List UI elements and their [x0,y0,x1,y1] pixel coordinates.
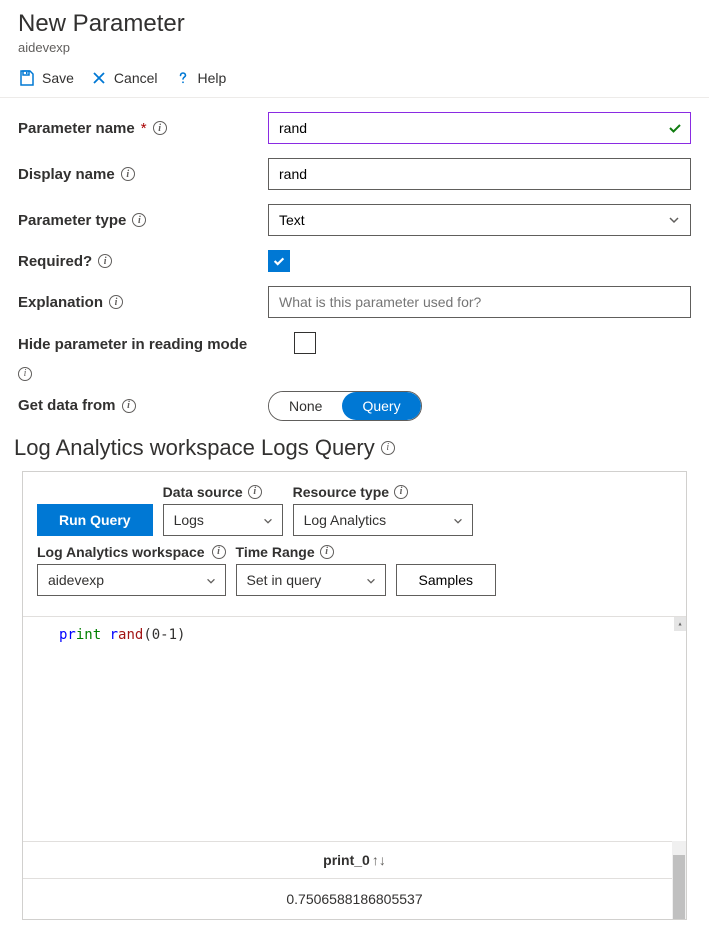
param-name-input[interactable] [268,112,691,144]
samples-button[interactable]: Samples [396,564,496,596]
run-query-button[interactable]: Run Query [37,504,153,536]
pill-query[interactable]: Query [342,392,420,420]
explanation-label: Explanation i [18,294,268,311]
chevron-down-icon [205,574,217,586]
parameter-form: Parameter name * i Display name i Parame… [0,98,709,421]
info-icon[interactable]: i [98,254,112,268]
hide-param-label: Hide parameter in reading mode [18,336,294,353]
help-icon [174,69,192,87]
info-icon[interactable]: i [381,441,395,455]
info-icon[interactable]: i [212,545,226,559]
display-name-input[interactable] [268,158,691,190]
cancel-label: Cancel [114,70,158,86]
resource-type-label: Resource typei [293,484,473,500]
workspace-label: Log Analytics workspacei [37,544,226,560]
pill-none[interactable]: None [269,392,342,420]
resource-type-select[interactable]: Log Analytics [293,504,473,536]
info-icon[interactable]: i [153,121,167,135]
param-type-select[interactable] [268,204,691,236]
info-icon[interactable]: i [121,167,135,181]
query-panel: Run Query Data sourcei Logs Resource typ… [22,471,687,920]
save-label: Save [42,70,74,86]
sort-arrows-icon: ↑↓ [372,852,386,868]
data-source-label: Data sourcei [163,484,283,500]
info-icon[interactable]: i [18,367,32,381]
scrollbar[interactable] [672,841,686,919]
param-name-label: Parameter name * i [18,120,268,137]
required-asterisk: * [141,120,147,137]
cancel-button[interactable]: Cancel [90,69,158,87]
data-source-select[interactable]: Logs [163,504,283,536]
data-source-toggle: None Query [268,391,422,421]
workspace-name: aidevexp [18,40,691,55]
chevron-down-icon [452,514,464,526]
info-icon[interactable]: i [248,485,262,499]
required-checkbox[interactable] [268,250,290,272]
save-button[interactable]: Save [18,69,74,87]
info-icon[interactable]: i [320,545,334,559]
time-range-label: Time Rangei [236,544,386,560]
header: New Parameter aidevexp [0,0,709,61]
param-type-label: Parameter type i [18,212,268,229]
info-icon[interactable]: i [394,485,408,499]
results-cell: 0.7506588186805537 [23,878,686,919]
chevron-down-icon [262,514,274,526]
help-button[interactable]: Help [174,69,227,87]
cancel-icon [90,69,108,87]
query-section-title: Log Analytics workspace Logs Query i [0,435,709,471]
info-icon[interactable]: i [109,295,123,309]
help-label: Help [198,70,227,86]
info-icon[interactable]: i [122,399,136,413]
display-name-label: Display name i [18,166,268,183]
save-icon [18,69,36,87]
info-icon[interactable]: i [132,213,146,227]
page-title: New Parameter [18,10,691,38]
scrollbar[interactable]: ▴ [674,617,686,631]
required-label: Required? i [18,253,268,270]
explanation-input[interactable] [268,286,691,318]
get-data-label: Get data from i [18,397,268,414]
toolbar: Save Cancel Help [0,61,709,98]
hide-param-checkbox[interactable] [294,332,316,354]
query-editor[interactable]: print rand(0-1)▴ [23,616,686,841]
chevron-down-icon [365,574,377,586]
time-range-select[interactable]: Set in query [236,564,386,596]
results-column-header[interactable]: print_0↑↓ ▴ [23,841,686,878]
workspace-select[interactable]: aidevexp [37,564,226,596]
